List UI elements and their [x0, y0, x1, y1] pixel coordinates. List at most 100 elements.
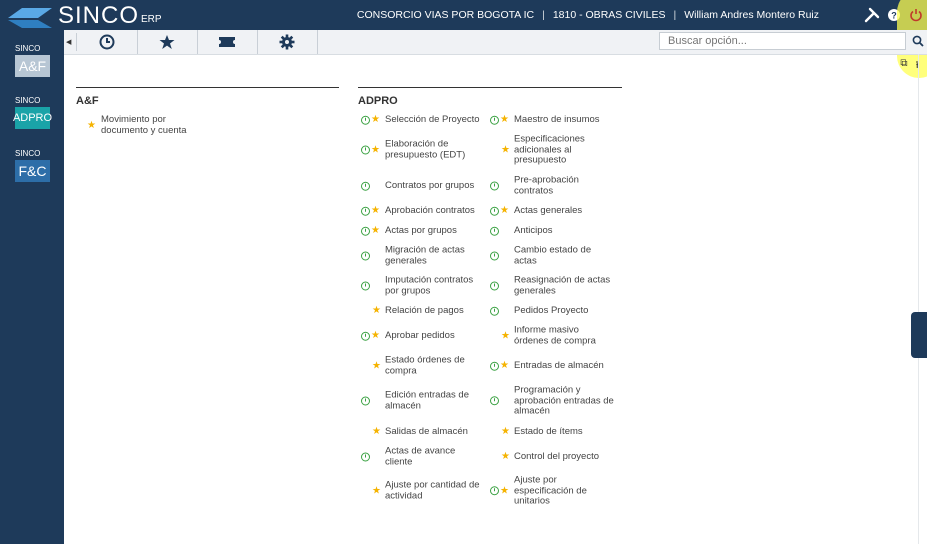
menu-item-label: Salidas de almacén	[385, 425, 468, 437]
recent-clock-icon	[490, 486, 499, 496]
menu-item[interactable]: Anticipos	[490, 224, 614, 237]
module-name: A&F	[15, 55, 50, 77]
menu-item[interactable]: ★ Movimiento por documento y cuenta	[87, 114, 201, 136]
menu-item[interactable]: ★ Ajuste por cantidad de actividad	[361, 479, 485, 502]
favorite-star-icon[interactable]: ★	[372, 486, 381, 496]
recent-clock-icon	[490, 396, 499, 406]
menu-item[interactable]: Actas de avance cliente	[361, 446, 485, 468]
favorite-star-icon[interactable]: ★	[372, 306, 381, 316]
search-button[interactable]	[910, 32, 926, 50]
favorite-star-icon[interactable]: ★	[371, 145, 380, 155]
favorite-star-icon[interactable]: ★	[501, 452, 510, 462]
user-name[interactable]: William Andres Montero Ruiz	[684, 9, 819, 21]
item-icons	[361, 452, 385, 462]
favorite-star-icon[interactable]: ★	[372, 361, 381, 371]
clock-icon	[99, 34, 115, 50]
module-prefix: SINCO	[15, 96, 41, 105]
menu-item[interactable]: ★ Control del proyecto	[490, 450, 614, 463]
menu-item[interactable]: Programación y aprobación entradas de al…	[490, 385, 614, 417]
menu-item[interactable]: Migración de actas generales	[361, 245, 485, 267]
collapse-arrow-icon[interactable]: ◀	[66, 33, 77, 51]
recent-clock-icon	[361, 115, 370, 125]
top-bar: SINCO ERP CONSORCIO VIAS POR BOGOTA IC |…	[0, 0, 927, 78]
menu-item[interactable]: ★ Estado órdenes de compra	[361, 355, 485, 377]
favorite-star-icon[interactable]: ★	[371, 331, 380, 341]
menu-item[interactable]: ★ Ajuste por especificación de unitarios	[490, 475, 614, 507]
menu-item[interactable]: ★ Aprobar pedidos	[361, 329, 485, 342]
recent-button[interactable]	[77, 30, 138, 54]
menu-item-label: Cambio estado de actas	[514, 244, 592, 266]
company-name[interactable]: CONSORCIO VIAS POR BOGOTA IC	[357, 9, 534, 21]
section-title-adpro: ADPRO	[358, 87, 622, 107]
tools-icon[interactable]	[861, 4, 883, 26]
menu-item[interactable]: ★ Especificaciones adicionales al presupu…	[490, 134, 614, 166]
item-icons	[361, 281, 385, 291]
module-adpro[interactable]: SINCO ADPRO	[13, 96, 52, 129]
item-icons: ★	[361, 486, 385, 496]
favorites-button[interactable]	[137, 30, 198, 54]
menu-item[interactable]: Edición entradas de almacén	[361, 390, 485, 412]
favorite-star-icon[interactable]: ★	[371, 206, 380, 216]
context-info: CONSORCIO VIAS POR BOGOTA IC | 1810 - OB…	[357, 9, 819, 21]
recent-clock-icon	[361, 206, 370, 216]
menu-item[interactable]: Contratos por grupos	[361, 180, 485, 192]
favorite-star-icon[interactable]: ★	[371, 115, 380, 125]
recent-clock-icon	[490, 206, 499, 216]
menu-item[interactable]: ★ Relación de pagos	[361, 305, 485, 317]
item-icons: ★	[490, 331, 514, 341]
restore-window-icon[interactable]: ⧉	[900, 58, 907, 75]
menu-item[interactable]: ★ Actas generales	[490, 205, 614, 217]
favorite-star-icon[interactable]: ★	[500, 361, 509, 371]
menu-item[interactable]: ★ Aprobación contratos	[361, 205, 485, 217]
menu-item[interactable]: ★ Selección de Proyecto	[361, 114, 485, 126]
menu-item[interactable]: ★ Informe masivo órdenes de compra	[490, 325, 614, 347]
menu-item-label: Anticipos	[514, 224, 553, 236]
recent-clock-icon	[361, 452, 370, 462]
module-prefix: SINCO	[15, 44, 41, 53]
project-name[interactable]: 1810 - OBRAS CIVILES	[553, 9, 666, 21]
menu-item[interactable]: ★ Actas por grupos	[361, 225, 485, 237]
item-icons	[490, 251, 514, 261]
menu-item-label: Ajuste por especificación de unitarios	[514, 474, 587, 507]
menu-item[interactable]: ★ Elaboración de presupuesto (EDT)	[361, 138, 485, 161]
menu-item-label: Control del proyecto	[514, 450, 600, 462]
menu-item-label: Pedidos Proyecto	[514, 304, 589, 316]
module-fc[interactable]: SINCO F&C	[15, 149, 50, 182]
menu-item-label: Imputación contratos por grupos	[385, 274, 474, 296]
favorite-star-icon[interactable]: ★	[500, 115, 509, 125]
side-panel-toggle[interactable]	[911, 312, 927, 358]
menu-item[interactable]: Imputación contratos por grupos	[361, 274, 485, 297]
menu-item-label: Maestro de insumos	[514, 113, 600, 125]
favorite-star-icon[interactable]: ★	[372, 427, 381, 437]
menu-item[interactable]: ★ Salidas de almacén	[361, 425, 485, 438]
menu-item[interactable]: Reasignación de actas generales	[490, 275, 614, 297]
menu-item[interactable]: Cambio estado de actas	[490, 244, 614, 267]
menu-item[interactable]: ★ Maestro de insumos	[490, 113, 614, 126]
module-prefix: SINCO	[15, 149, 41, 158]
menu-item-label: Elaboración de presupuesto (EDT)	[385, 138, 466, 160]
favorite-star-icon[interactable]: ★	[501, 145, 510, 155]
menu-item-label: Ajuste por cantidad de actividad	[385, 479, 480, 501]
favorite-star-icon[interactable]: ★	[500, 206, 509, 216]
search-input[interactable]	[659, 32, 906, 50]
sinco-logo[interactable]: SINCO ERP	[8, 2, 162, 28]
tickets-button[interactable]	[197, 30, 258, 54]
menu-item-label: Aprobar pedidos	[385, 329, 455, 341]
search-icon	[912, 35, 924, 47]
item-icons: ★	[490, 427, 514, 437]
settings-button[interactable]	[257, 30, 318, 54]
favorite-star-icon[interactable]: ★	[371, 226, 380, 236]
favorite-star-icon[interactable]: ★	[501, 427, 510, 437]
favorite-star-icon[interactable]: ★	[501, 331, 510, 341]
item-icons: ★	[361, 145, 385, 155]
module-af[interactable]: SINCO A&F	[15, 44, 50, 77]
menu-item[interactable]: Pedidos Proyecto	[490, 304, 614, 317]
favorite-star-icon[interactable]: ★	[87, 120, 96, 131]
power-button[interactable]	[897, 0, 927, 78]
favorite-star-icon[interactable]: ★	[500, 486, 509, 496]
menu-item[interactable]: ★ Entradas de almacén	[490, 360, 614, 372]
menu-item[interactable]: ★ Estado de ítems	[490, 426, 614, 438]
separator: |	[542, 9, 545, 21]
item-icons: ★	[361, 306, 385, 316]
menu-item[interactable]: Pre-aprobación contratos	[490, 175, 614, 197]
